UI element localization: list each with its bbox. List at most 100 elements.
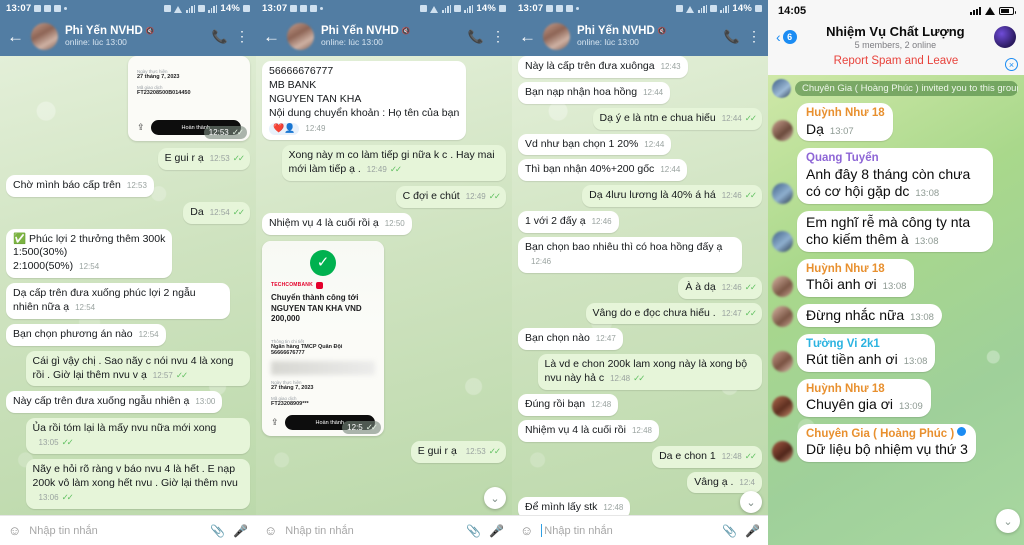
message-row[interactable]: ✅ Phúc lợi 2 thưởng thêm 300k 1:500(30%)…	[6, 228, 250, 279]
emoji-icon[interactable]: ☺	[8, 523, 21, 538]
more-vertical-icon[interactable]: ⋮	[235, 28, 249, 45]
message-row[interactable]: Tường Vi 2k1 Rút tiền anh ơi 13:08	[772, 334, 1018, 372]
avatar[interactable]	[772, 230, 793, 252]
message-row[interactable]: Da 12:54 ✓✓	[6, 201, 250, 224]
message-row[interactable]: Huỳnh Như 18 Chuyên gia ơi 13:09	[772, 378, 1018, 417]
message-row[interactable]: Đừng nhắc nữa 13:08	[772, 303, 1018, 328]
group-avatar[interactable]	[994, 26, 1016, 49]
message-list-3[interactable]: Này là cấp trên đưa xuônga 12:43 Bạn nạp n…	[512, 56, 768, 515]
battery-icon	[499, 5, 506, 12]
emoji-icon[interactable]: ☺	[264, 523, 277, 538]
more-vertical-icon[interactable]: ⋮	[491, 28, 505, 45]
microphone-icon[interactable]: 🎤	[489, 524, 504, 538]
message-bubble: Bạn chọn bao nhiêu thì có hoa hồng đấy ạ…	[518, 237, 743, 273]
avatar[interactable]	[772, 120, 793, 142]
message-row[interactable]: Chờ mình báo cấp trên 12:53	[6, 174, 250, 197]
message-row[interactable]: À à dạ 12:46 ✓✓	[518, 276, 762, 299]
message-row[interactable]: Nhiệm vụ 4 là cuối rồi ạ 12:50	[262, 212, 506, 235]
message-row[interactable]: Em nghĩ rễ mà công ty nta cho kiếm thêm …	[772, 210, 1018, 252]
message-row[interactable]: Huỳnh Như 18 Thôi anh ơi 13:08	[772, 258, 1018, 297]
paperclip-icon[interactable]: 📎	[466, 524, 481, 538]
message-row[interactable]: Da e chon 1 12:48 ✓✓	[518, 445, 762, 468]
share-icon[interactable]: ⇪	[271, 417, 279, 428]
message-row[interactable]: Vd như bạn chọn 1 20% 12:44	[518, 133, 762, 156]
avatar[interactable]	[772, 306, 793, 328]
message-row[interactable]: Này là cấp trên đưa xuônga 12:43	[518, 56, 762, 78]
message-row[interactable]: Bạn nạp nhận hoa hồng 12:44	[518, 81, 762, 104]
receipt-message-partial[interactable]: Ngày thực hiện 27 tháng 7, 2023 Mã giao dị…	[6, 56, 250, 141]
avatar[interactable]	[772, 440, 793, 462]
message-timestamp: 12:46	[531, 256, 552, 266]
message-row[interactable]: Bạn chọn nào 12:47	[518, 328, 762, 351]
message-row[interactable]: Dạ ý e là ntn e chua hiếu 12:44 ✓✓	[518, 107, 762, 130]
message-row[interactable]: 56666676777 MB BANK NGUYEN TAN KHA Nội d…	[262, 61, 506, 141]
avatar[interactable]	[772, 275, 793, 297]
receipt-message[interactable]: ✓ TECHCOMBANK Chuyển thành công tới NGUY…	[262, 240, 506, 437]
read-receipt-icon: ✓✓	[61, 491, 74, 502]
message-row[interactable]: Chuyên Gia ( Hoàng Phúc ) Dữ liệu bộ nhiệ…	[772, 423, 1018, 462]
message-row[interactable]: Này cấp trên đưa xuống ngẫu nhiên ạ 13:00	[6, 391, 250, 414]
phone-icon[interactable]: 📞	[212, 29, 228, 45]
message-row[interactable]: Ủa rồi tóm lại là mấy nvu nữa mới xong 13…	[6, 418, 250, 455]
message-row[interactable]: Bạn chọn bao nhiêu thì có hoa hồng đấy ạ…	[518, 237, 762, 273]
close-circle-icon[interactable]: ×	[1005, 58, 1018, 72]
chevron-down-icon[interactable]: ⌄	[996, 509, 1020, 534]
message-row[interactable]: E gui r ạ 12:53 ✓✓	[262, 441, 506, 463]
message-list-4[interactable]: Chuyên Gia ( Hoàng Phúc ) invited you to…	[768, 75, 1024, 545]
avatar[interactable]	[772, 350, 793, 372]
avatar[interactable]	[772, 395, 793, 417]
message-row[interactable]: Là vd e chon 200k lam xong này là xong b…	[518, 354, 762, 391]
more-vertical-icon[interactable]: ⋮	[747, 28, 761, 45]
chevron-down-icon[interactable]: ⌄	[740, 491, 762, 513]
message-list-1[interactable]: Ngày thực hiện 27 tháng 7, 2023 Mã giao dị…	[0, 56, 256, 515]
group-title: Nhiệm Vụ Chất Lượng	[826, 24, 965, 39]
message-input[interactable]: Nhập tin nhắn	[29, 525, 202, 537]
message-row[interactable]: Quang Tuyển Anh đây 8 tháng còn chưa có c…	[772, 148, 1018, 204]
message-row[interactable]: Vâng ạ . 12:4	[518, 471, 762, 494]
message-sender: Huỳnh Như 18	[806, 107, 885, 120]
back-arrow-icon[interactable]: ←	[519, 28, 536, 45]
message-input-bar[interactable]: ☺ Nhập tin nhắn 📎 🎤	[256, 515, 512, 545]
message-row[interactable]: Thì bạn nhận 40%+200 gốc 12:44	[518, 159, 762, 182]
phone-icon[interactable]: 📞	[724, 29, 740, 45]
emoji-icon[interactable]: ☺	[520, 523, 533, 538]
message-list-2[interactable]: 56666676777 MB BANK NGUYEN TAN KHA Nội d…	[256, 56, 512, 515]
message-row[interactable]: Để mình lấy stk 12:48	[518, 497, 762, 515]
message-input[interactable]: Nhập tin nhắn	[541, 524, 714, 537]
message-row[interactable]: Nãy e hỏi rõ ràng v báo nvu 4 là hết . E…	[6, 459, 250, 509]
microphone-icon[interactable]: 🎤	[745, 524, 760, 538]
message-input[interactable]: Nhập tin nhắn	[285, 525, 458, 537]
message-bubble: E gui r ạ 12:53 ✓✓	[157, 148, 250, 170]
message-row[interactable]: Xong này m co làm tiếp gi nữa k c . Hay …	[262, 145, 506, 182]
message-input-bar[interactable]: ☺ Nhập tin nhắn 📎 🎤	[0, 515, 256, 545]
message-row[interactable]: Đúng rồi bạn 12:48	[518, 394, 762, 416]
signal-icon	[442, 4, 452, 13]
avatar[interactable]	[287, 23, 314, 50]
paperclip-icon[interactable]: 📎	[210, 524, 225, 538]
message-row[interactable]: 1 với 2 đấy ạ 12:46	[518, 211, 762, 234]
message-row[interactable]: Nhiệm vụ 4 là cuối rồi 12:48	[518, 419, 762, 442]
message-row[interactable]: Dạ cấp trên đưa xuống phúc lợi 2 ngẫu nh…	[6, 283, 250, 319]
share-icon[interactable]: ⇪	[137, 122, 145, 133]
chevron-down-icon[interactable]: ⌄	[484, 487, 506, 509]
message-timestamp: 12:48 ✓✓	[610, 373, 645, 384]
paperclip-icon[interactable]: 📎	[722, 524, 737, 538]
message-row[interactable]: E gui r ạ 12:53 ✓✓	[6, 148, 250, 170]
back-arrow-icon[interactable]: ←	[7, 28, 24, 45]
avatar[interactable]	[772, 182, 793, 204]
message-input-bar[interactable]: ☺ Nhập tin nhắn 📎 🎤	[512, 515, 768, 545]
back-arrow-icon[interactable]: ←	[263, 28, 280, 45]
back-chevron-icon[interactable]: ‹ 6	[776, 29, 797, 45]
avatar[interactable]	[31, 23, 58, 50]
message-reactions[interactable]: ❤️👤	[269, 123, 300, 136]
message-row[interactable]: Dạ 4lưu lương là 40% á há 12:46 ✓✓	[518, 185, 762, 208]
message-row[interactable]: Cái gì vậy chị . Sao nãy c nói nvu 4 là …	[6, 350, 250, 387]
message-row[interactable]: Vâng do e đọc chưa hiếu . 12:47 ✓✓	[518, 302, 762, 325]
report-spam-and-leave-button[interactable]: Report Spam and Leave	[776, 50, 1016, 71]
message-row[interactable]: C đợi e chút 12:49 ✓✓	[262, 186, 506, 208]
phone-icon[interactable]: 📞	[468, 29, 484, 45]
avatar[interactable]	[543, 23, 570, 50]
message-row[interactable]: Huỳnh Như 18 Dạ 13:07	[772, 103, 1018, 142]
message-row[interactable]: Bạn chọn phương án nào 12:54	[6, 323, 250, 346]
microphone-icon[interactable]: 🎤	[233, 524, 248, 538]
